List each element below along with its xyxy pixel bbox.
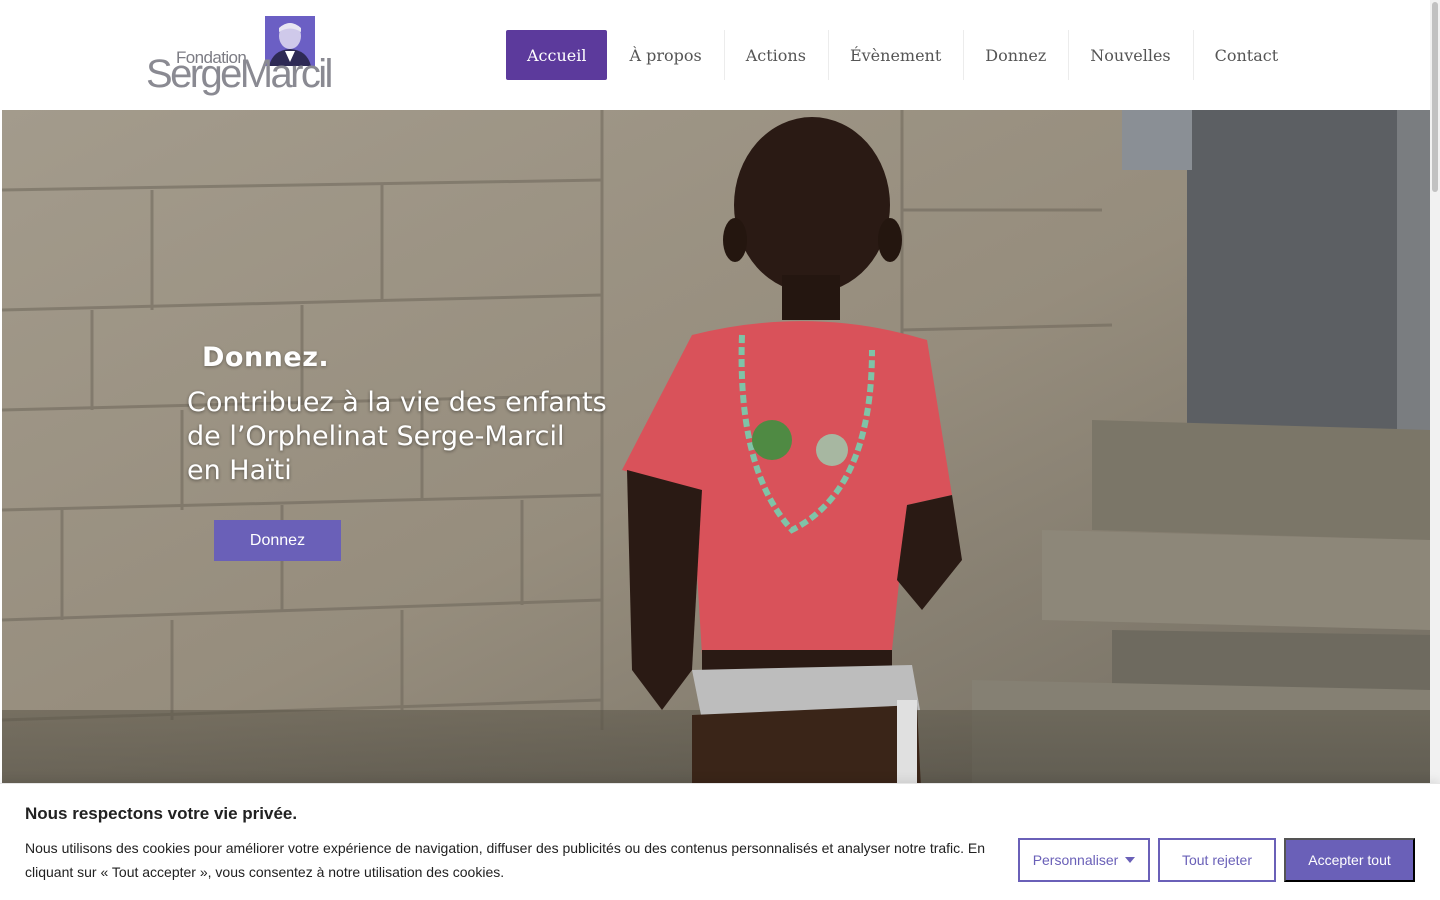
caret-down-icon bbox=[1125, 857, 1136, 863]
logo-text-serge-marcil: SergeMarcil bbox=[146, 52, 333, 96]
site-logo[interactable]: Fondation SergeMarcil bbox=[146, 14, 333, 98]
nav-item-donnez[interactable]: Donnez bbox=[963, 30, 1068, 80]
cookie-title: Nous respectons votre vie privée. bbox=[25, 804, 298, 823]
cookie-text: Nous utilisons des cookies pour améliore… bbox=[25, 840, 986, 880]
hero-donate-button[interactable]: Donnez bbox=[214, 520, 341, 561]
hero-title: Donnez. bbox=[202, 342, 330, 373]
scrollbar-thumb[interactable] bbox=[1432, 2, 1438, 192]
cookie-customize-label: Personnaliser bbox=[1032, 852, 1119, 868]
main-nav: Accueil À propos Actions Évènement Donne… bbox=[506, 30, 1300, 80]
page: Fondation SergeMarcil Accueil À propos A… bbox=[0, 0, 1440, 900]
cookie-consent-banner: Nous respectons votre vie privée. Nous u… bbox=[0, 783, 1440, 900]
cookie-customize-button[interactable]: Personnaliser bbox=[1018, 838, 1150, 882]
site-header: Fondation SergeMarcil Accueil À propos A… bbox=[0, 0, 1440, 110]
hero-text-line-2: de l’Orphelinat Serge-Marcil bbox=[187, 421, 565, 452]
nav-item-a-propos[interactable]: À propos bbox=[607, 30, 723, 80]
hero-text-line-3: en Haïti bbox=[187, 455, 292, 486]
hero-text: Contribuez à la vie des enfants de l’Orp… bbox=[187, 386, 637, 488]
hero-text-line-1: Contribuez à la vie des enfants bbox=[187, 387, 607, 418]
nav-item-evenement[interactable]: Évènement bbox=[827, 30, 963, 80]
page-scrollbar[interactable] bbox=[1430, 0, 1440, 900]
cookie-accept-button[interactable]: Accepter tout bbox=[1284, 838, 1415, 882]
nav-item-contact[interactable]: Contact bbox=[1192, 30, 1301, 80]
nav-item-accueil[interactable]: Accueil bbox=[506, 30, 608, 80]
nav-item-actions[interactable]: Actions bbox=[723, 30, 828, 80]
nav-item-nouvelles[interactable]: Nouvelles bbox=[1068, 30, 1192, 80]
cookie-reject-button[interactable]: Tout rejeter bbox=[1158, 838, 1276, 882]
hero-banner: Donnez. Contribuez à la vie des enfants … bbox=[2, 110, 1430, 810]
